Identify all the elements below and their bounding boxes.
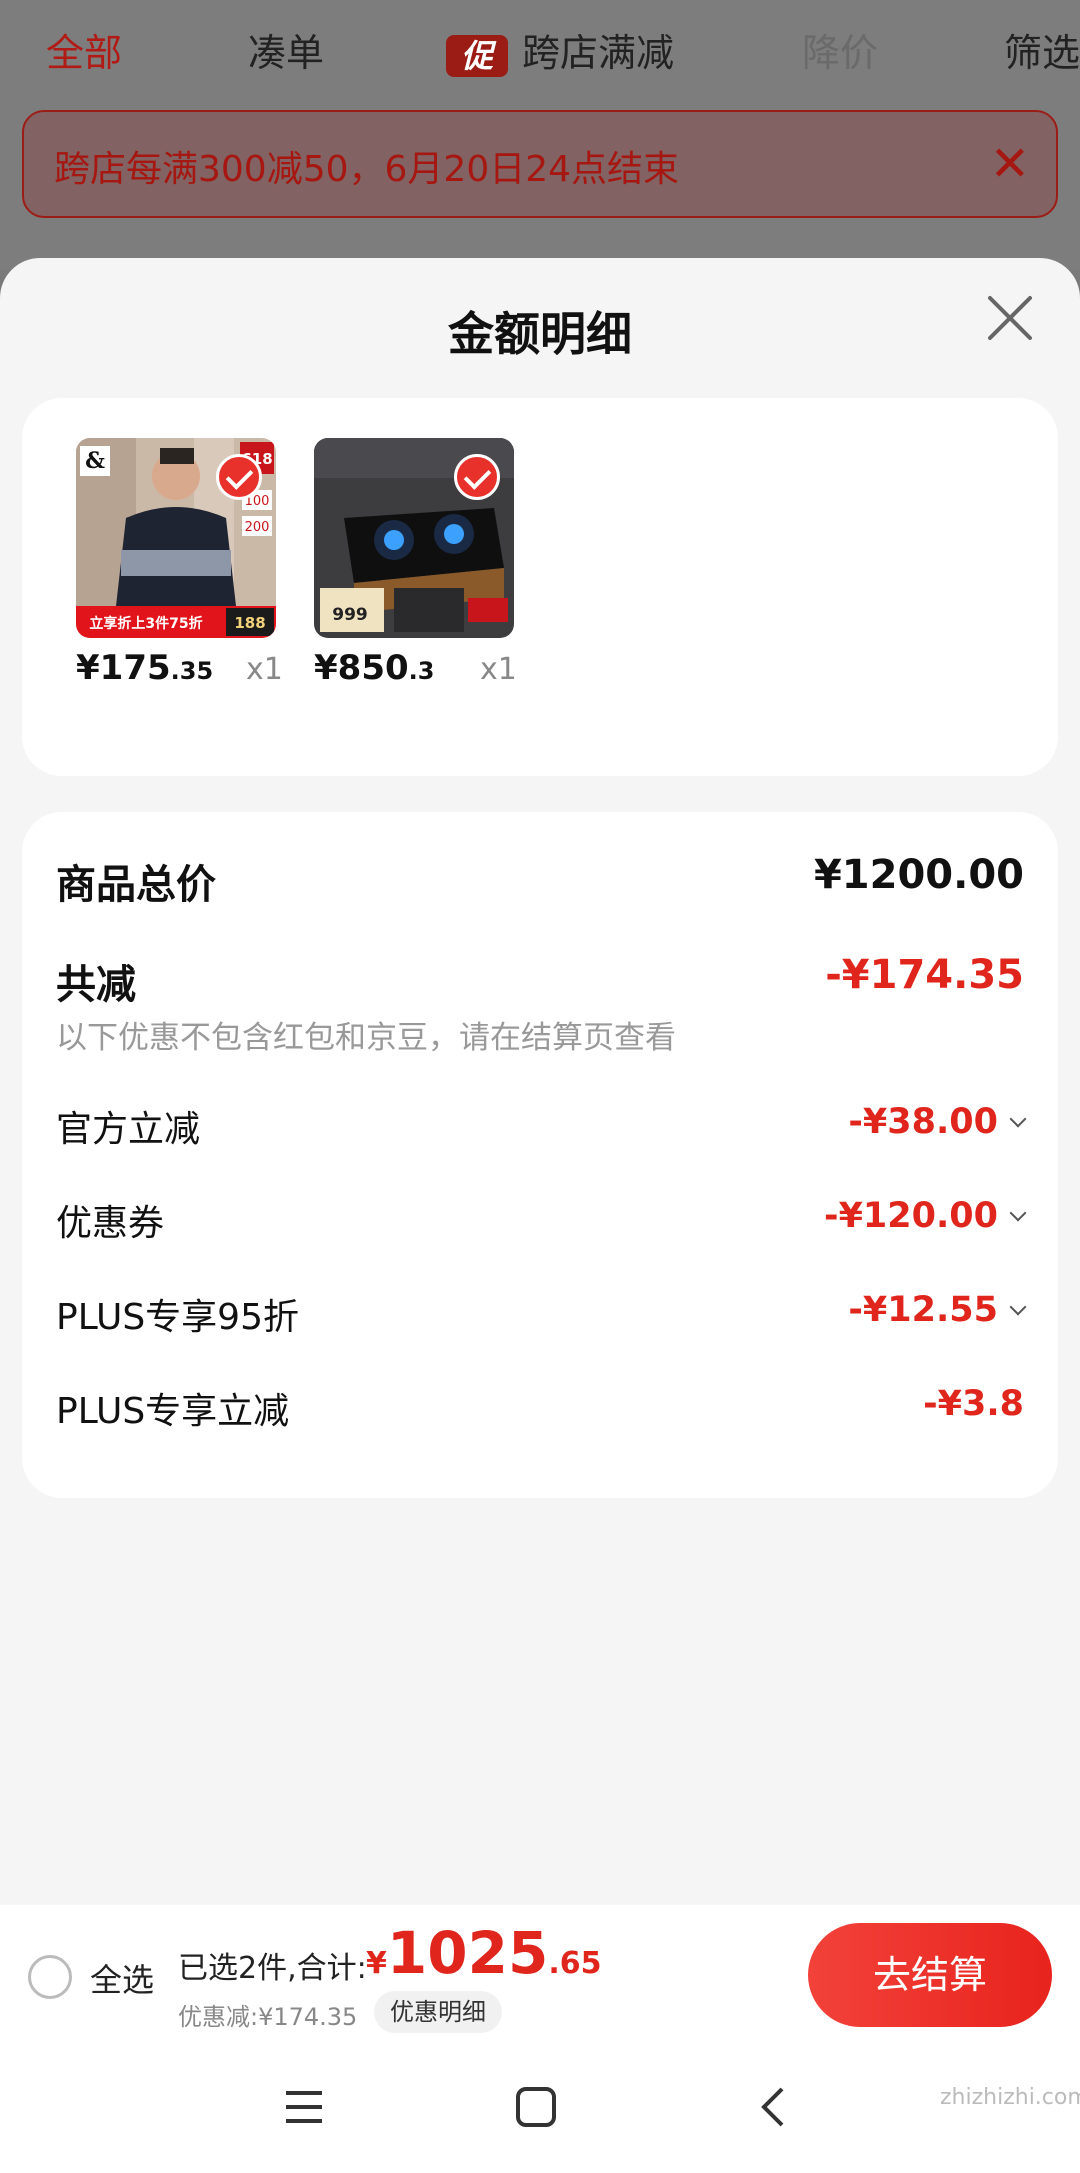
- discount-item-label: PLUS专享立减: [56, 1391, 290, 1432]
- tab-all[interactable]: 全部: [46, 22, 122, 77]
- svg-text:&: &: [85, 448, 105, 474]
- checkout-bar: 全选 已选2件,合计: ¥1025.65 优惠减:¥174.35 优惠明细 去结…: [0, 1905, 1080, 2045]
- close-icon[interactable]: [980, 288, 1040, 348]
- product-image-sweater: & 618 100 200 立享折上3件75折 188: [76, 438, 276, 638]
- price-summary-card: 商品总价 ¥1200.00 共减 -¥174.35 以下优惠不包含红包和京豆，请…: [22, 812, 1058, 1498]
- product-item[interactable]: 999: [314, 438, 514, 638]
- tab-price-drop[interactable]: 降价: [802, 22, 878, 77]
- product-item[interactable]: & 618 100 200 立享折上3件75折 188: [76, 438, 276, 638]
- badge-value-2: 200: [245, 520, 270, 535]
- product-price-tag: 999: [332, 605, 368, 625]
- total-price-label: 商品总价: [56, 862, 216, 908]
- discount-summary-text: 优惠减:¥174.35: [178, 2003, 358, 2031]
- checkout-button[interactable]: 去结算: [808, 1923, 1052, 2027]
- product-qty: x1: [480, 652, 517, 687]
- menu-icon[interactable]: [282, 2085, 326, 2129]
- discount-item-label: 优惠券: [56, 1203, 165, 1244]
- notice-text: 跨店每满300减50，6月20日24点结束: [54, 149, 680, 190]
- product-price: ¥850.3: [314, 648, 435, 688]
- promo-chip: 促: [446, 34, 508, 77]
- tab-bundle[interactable]: 凑单: [248, 22, 324, 77]
- promo-notice: 跨店每满300减50，6月20日24点结束 ✕: [22, 110, 1058, 218]
- selected-count-text: 已选2件,合计:: [178, 1951, 367, 1986]
- back-icon[interactable]: [752, 2085, 796, 2129]
- discount-note: 以下优惠不包含红包和京豆，请在结算页查看: [56, 1020, 676, 1056]
- product-price: ¥175.35: [76, 648, 214, 688]
- watermark: zhizhizhi.com: [940, 2085, 1080, 2110]
- amount-detail-sheet: 金额明细 & 618 100 200 立享折上3件75折 188 ¥175.35…: [0, 258, 1080, 2173]
- product-image-stove: 999: [314, 438, 514, 638]
- tab-cross-store[interactable]: 促跨店满减: [446, 22, 674, 77]
- chevron-down-icon: [1009, 1204, 1027, 1222]
- chevron-down-icon: [1009, 1110, 1027, 1128]
- select-all-radio[interactable]: [28, 1955, 72, 1999]
- discount-item-label: PLUS专享95折: [56, 1297, 299, 1338]
- product-price-tag: 188: [234, 614, 265, 632]
- home-icon[interactable]: [514, 2085, 558, 2129]
- total-discount-label: 共减: [56, 962, 136, 1008]
- discount-detail-button[interactable]: 优惠明细: [374, 1991, 502, 2033]
- total-amount: ¥1025.65: [366, 1919, 602, 1987]
- select-all-label[interactable]: 全选: [90, 1955, 154, 2001]
- filter-tabs: 全部 凑单 促跨店满减 降价 筛选: [0, 0, 1080, 95]
- product-qty: x1: [246, 652, 283, 687]
- sheet-title: 金额明细: [448, 307, 632, 361]
- discount-item-value[interactable]: -¥38.00: [848, 1102, 1027, 1142]
- selected-check-icon[interactable]: [216, 454, 262, 500]
- system-nav-bar: [0, 2045, 1080, 2173]
- total-price-value: ¥1200.00: [813, 852, 1024, 898]
- discount-item-value[interactable]: -¥120.00: [824, 1196, 1027, 1236]
- chevron-down-icon: [1009, 1298, 1027, 1316]
- discount-item-value[interactable]: -¥12.55: [848, 1290, 1027, 1330]
- tab-filter[interactable]: 筛选: [1004, 22, 1080, 77]
- close-icon[interactable]: ✕: [990, 136, 1030, 192]
- selected-check-icon[interactable]: [454, 454, 500, 500]
- total-discount-value: -¥174.35: [825, 952, 1024, 998]
- product-list: & 618 100 200 立享折上3件75折 188 ¥175.35 x1 9…: [22, 398, 1058, 776]
- product-tag: 立享折上3件75折: [89, 615, 202, 632]
- tab-cross-store-label: 跨店满减: [522, 31, 675, 75]
- discount-item-label: 官方立减: [56, 1109, 201, 1150]
- background-page: 全部 凑单 促跨店满减 降价 筛选 跨店每满300减50，6月20日24点结束 …: [0, 0, 1080, 270]
- discount-item-value: -¥3.8: [923, 1384, 1024, 1424]
